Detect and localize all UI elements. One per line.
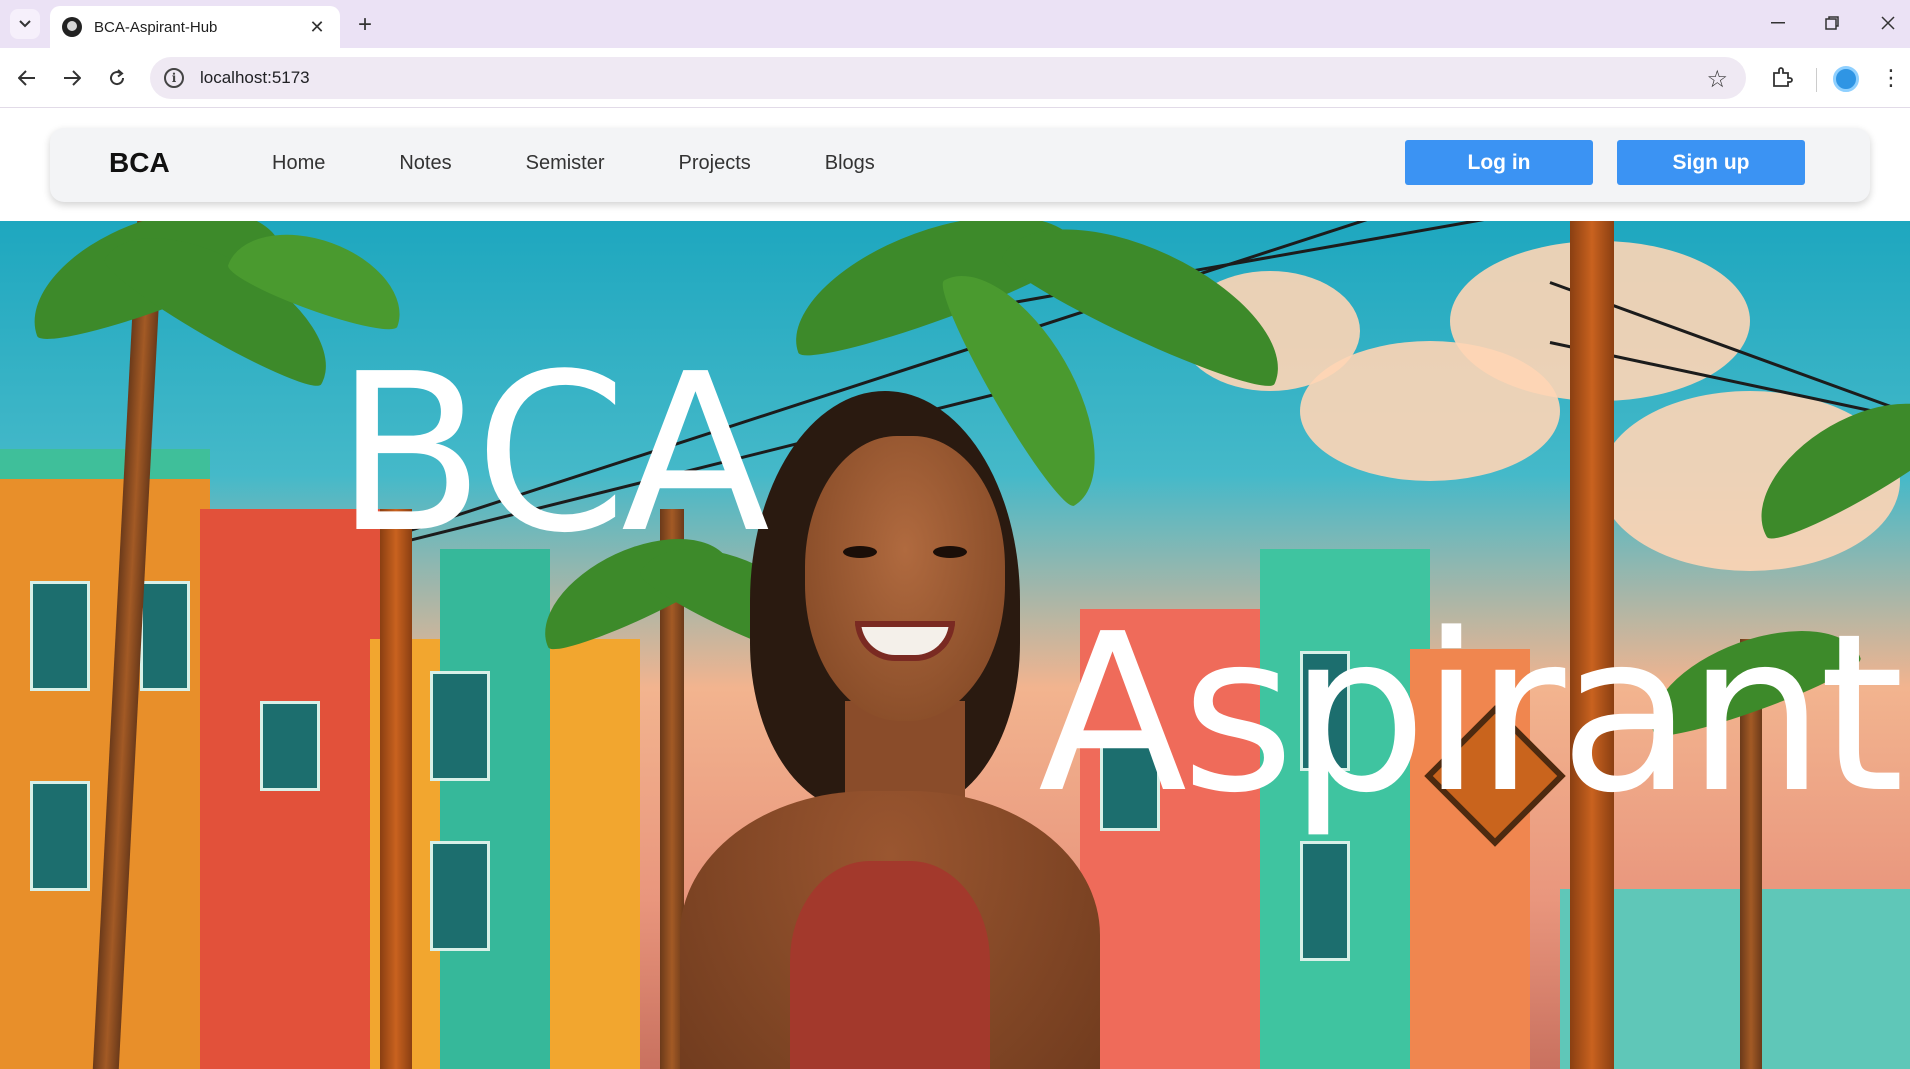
browser-tab[interactable]: BCA-Aspirant-Hub ✕ (50, 6, 340, 48)
favicon-icon (62, 17, 82, 37)
toolbar-divider (1816, 68, 1817, 92)
nav-link-blogs[interactable]: Blogs (825, 152, 875, 175)
browser-toolbar: i localhost:5173 ☆ ⋮ (0, 48, 1910, 108)
tab-title: BCA-Aspirant-Hub (94, 18, 218, 36)
restore-icon[interactable] (1812, 8, 1852, 38)
nav-link-semister[interactable]: Semister (526, 152, 605, 175)
nav-links: Home Notes Semister Projects Blogs (272, 152, 949, 175)
login-button[interactable]: Log in (1405, 140, 1593, 185)
brand-logo[interactable]: BCA (109, 147, 170, 179)
minimize-icon[interactable] (1758, 8, 1798, 38)
profile-icon[interactable] (1833, 66, 1859, 92)
forward-icon[interactable] (55, 61, 89, 95)
close-icon[interactable]: ✕ (306, 16, 328, 38)
nav-link-projects[interactable]: Projects (679, 152, 751, 175)
new-tab-icon[interactable]: + (350, 10, 380, 40)
hero-title-line1: BCA (335, 328, 770, 581)
hero-title-line2: Aspirant (1038, 588, 1905, 841)
nav-link-home[interactable]: Home (272, 152, 325, 175)
info-icon[interactable]: i (164, 68, 184, 88)
signup-button[interactable]: Sign up (1617, 140, 1805, 185)
site-navbar: BCA Home Notes Semister Projects Blogs L… (50, 128, 1870, 202)
nav-link-notes[interactable]: Notes (399, 152, 451, 175)
menu-icon[interactable]: ⋮ (1876, 61, 1906, 95)
window-close-icon[interactable] (1868, 8, 1908, 38)
url-text[interactable]: localhost:5173 (200, 68, 310, 88)
star-icon[interactable]: ☆ (1706, 65, 1728, 94)
back-icon[interactable] (10, 61, 44, 95)
page-content: BCA Aspirant BCA Home Notes Semister Pro… (0, 108, 1910, 1069)
tab-search-icon[interactable] (10, 9, 40, 39)
extensions-icon[interactable] (1765, 61, 1799, 95)
hero-section: BCA Aspirant (0, 221, 1910, 1069)
address-bar[interactable]: i localhost:5173 ☆ (150, 57, 1746, 99)
reload-icon[interactable] (100, 61, 134, 95)
browser-tabstrip: BCA-Aspirant-Hub ✕ + (0, 0, 1910, 48)
